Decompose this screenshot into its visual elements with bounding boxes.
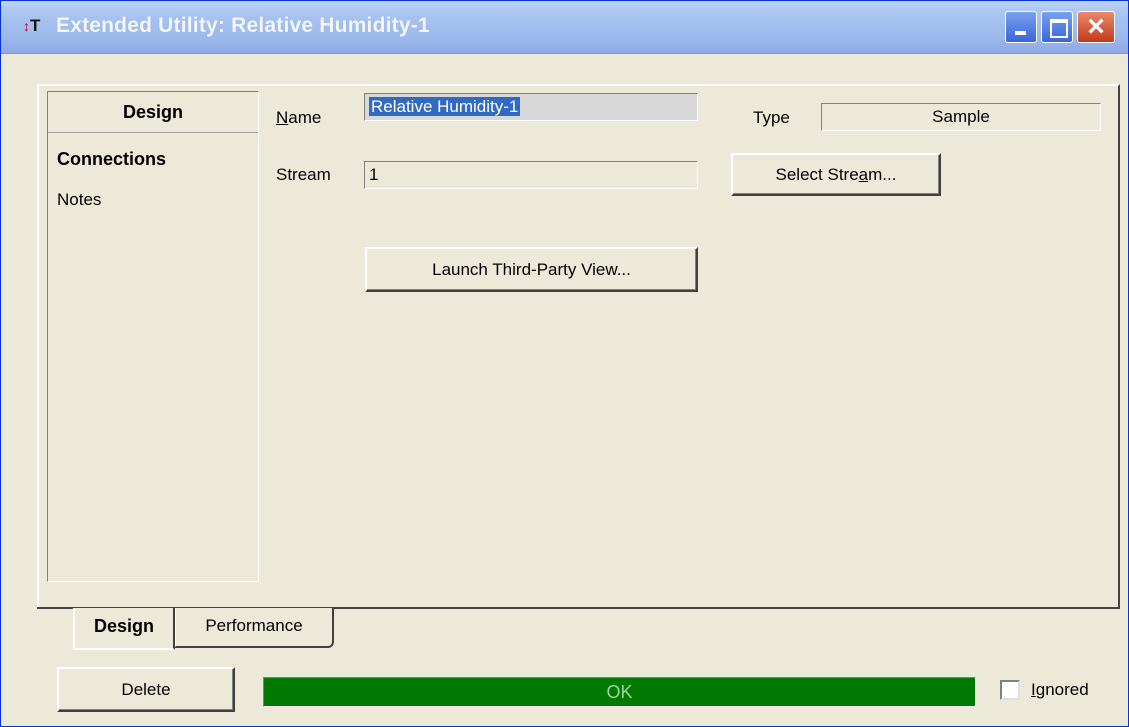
- type-label: Type: [753, 108, 790, 127]
- delete-button[interactable]: Delete: [57, 667, 235, 712]
- type-field: Sample: [821, 103, 1101, 131]
- close-button[interactable]: ×: [1077, 10, 1115, 43]
- launch-third-party-view-button[interactable]: Launch Third-Party View...: [365, 247, 698, 292]
- nav-item-connections[interactable]: Connections: [57, 149, 166, 170]
- stream-label: Stream: [276, 165, 331, 184]
- tab-design[interactable]: Design: [73, 608, 175, 650]
- hysys-app-icon: ↕ T: [23, 16, 41, 35]
- minimize-icon: [1015, 31, 1026, 35]
- tab-performance[interactable]: Performance: [174, 608, 334, 648]
- page-navigation-list: Design Connections Notes: [47, 91, 259, 582]
- ignored-checkbox[interactable]: [1000, 680, 1020, 700]
- extended-utility-window: ↕ T Extended Utility: Relative Humidity-1…: [0, 0, 1129, 727]
- name-field-value: Relative Humidity-1: [369, 97, 521, 116]
- close-icon: ×: [1087, 10, 1105, 43]
- select-stream-button[interactable]: Select Stream...: [731, 153, 941, 196]
- stream-field[interactable]: 1: [364, 161, 698, 189]
- nav-item-notes[interactable]: Notes: [57, 190, 101, 210]
- window-title: Extended Utility: Relative Humidity-1: [56, 14, 430, 37]
- status-bar: OK: [263, 677, 976, 707]
- name-label: Name: [276, 108, 322, 127]
- name-field[interactable]: Relative Humidity-1: [364, 93, 698, 121]
- nav-header: Design: [48, 92, 258, 133]
- maximize-button[interactable]: [1041, 11, 1073, 43]
- minimize-button[interactable]: [1005, 11, 1037, 43]
- title-bar[interactable]: ↕ T Extended Utility: Relative Humidity-1…: [1, 1, 1128, 54]
- ignored-label[interactable]: Ignored: [1031, 680, 1089, 700]
- maximize-icon: [1050, 19, 1068, 38]
